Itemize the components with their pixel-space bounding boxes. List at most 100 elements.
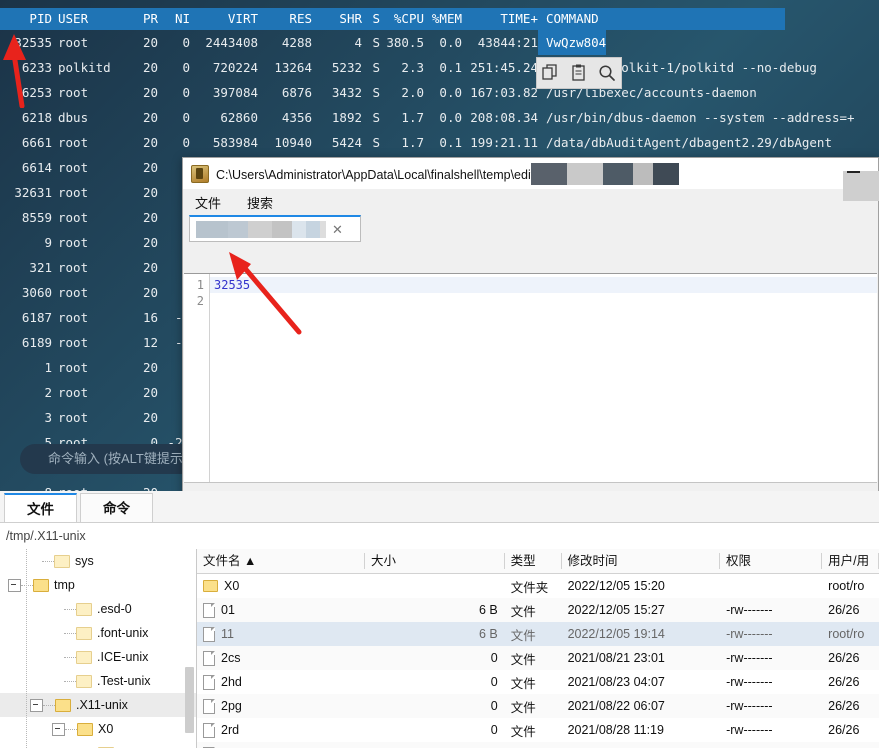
file-icon — [203, 602, 215, 618]
tree-node[interactable]: .font-unix — [0, 621, 196, 645]
process-row[interactable]: 6218 dbus 20 0 62860 4356 1892 S 1.7 0.0 208:08.34… — [0, 105, 879, 130]
editor-tabstrip[interactable]: ✕ — [183, 215, 878, 244]
tree-node-list[interactable]: sys tmp .esd-0 .font-unix .ICE-unix .Test-uni… — [0, 549, 196, 748]
tree-expander[interactable] — [30, 698, 43, 712]
tree-node[interactable]: X0 — [0, 717, 196, 741]
file-name: 01 — [221, 603, 235, 617]
editor-title-text: C:\Users\Administrator\AppData\Local\fin… — [216, 167, 535, 182]
editor-line[interactable] — [210, 293, 877, 309]
close-icon[interactable]: ✕ — [332, 223, 343, 236]
menu-file[interactable]: 文件 — [195, 193, 221, 212]
file-type: 文件 — [510, 676, 536, 691]
directory-tree[interactable]: sys tmp .esd-0 .font-unix .ICE-unix .Test-uni… — [0, 549, 197, 748]
process-row[interactable]: 6253 root 20 0 397084 6876 3432 S 2.0 0.0 167:03.8… — [0, 80, 879, 105]
file-list-rows[interactable]: X0 文件夹 2022/12/05 15:20 root/ro 01 6 B 文件 2022/… — [197, 574, 879, 748]
file-owner: 26/26 — [828, 651, 860, 665]
editor-tab[interactable]: ✕ — [189, 215, 361, 242]
copy-icon[interactable] — [541, 63, 561, 83]
file-permissions: -rw------- — [726, 651, 773, 665]
file-manager-panel[interactable]: 文件 命令 /tmp/.X11-unix sys tmp .esd-0 .font-un… — [0, 491, 879, 748]
file-owner: 26/26 — [828, 699, 860, 713]
tree-node-label: .font-unix — [97, 626, 149, 640]
tree-expander[interactable] — [8, 578, 21, 592]
file-size: 0 — [490, 723, 498, 737]
tree-node[interactable]: tmp — [0, 573, 196, 597]
file-permissions: -rw------- — [726, 699, 773, 713]
file-permissions: -rw------- — [726, 723, 773, 737]
column-header[interactable]: 用户/用 — [822, 553, 879, 569]
folder-icon — [55, 698, 71, 712]
paste-icon[interactable] — [569, 63, 589, 83]
tree-scrollbar-thumb[interactable] — [185, 667, 194, 733]
tree-guide-line — [26, 549, 27, 748]
column-header[interactable]: 大小 — [365, 553, 505, 569]
file-mtime: 2021/08/22 06:07 — [567, 699, 665, 713]
panel-tab-commands[interactable]: 命令 — [80, 493, 153, 522]
file-type: 文件夹 — [510, 580, 549, 595]
file-browser[interactable]: sys tmp .esd-0 .font-unix .ICE-unix .Test-uni… — [0, 549, 879, 748]
editor-line[interactable]: 32535 — [210, 277, 877, 293]
search-icon[interactable] — [597, 63, 617, 83]
tree-node-label: .X11-unix — [76, 698, 128, 712]
file-row[interactable]: 2cs 0 文件 2021/08/21 23:01 -rw------- 26/26 — [197, 646, 879, 670]
current-path[interactable]: /tmp/.X11-unix — [0, 523, 879, 550]
file-type: 文件 — [510, 628, 536, 643]
editor-text-area[interactable]: 32535 — [210, 274, 877, 483]
file-row[interactable]: 2ss0文件2021/08/21 00:22-rw-------26/26 — [197, 742, 879, 748]
editor-titlebar[interactable]: C:\Users\Administrator\AppData\Local\fin… — [183, 158, 879, 201]
minimize-button[interactable] — [847, 171, 860, 173]
process-row[interactable]: 6661 root 20 0 583984 10940 5424 S 1.7 0.1 199:21.… — [0, 130, 879, 155]
editor-menubar[interactable]: 文件 搜索 — [183, 189, 878, 215]
file-row[interactable]: 01 6 B 文件 2022/12/05 15:27 -rw------- 26/26 — [197, 598, 879, 622]
annotation-arrow-editor — [229, 252, 302, 335]
column-header[interactable]: 权限 — [720, 553, 823, 569]
column-header[interactable]: 类型 — [505, 553, 562, 569]
file-row[interactable]: 11 6 B 文件 2022/12/05 19:14 -rw------- root/ro — [197, 622, 879, 646]
folder-icon — [203, 580, 218, 592]
file-row[interactable]: X0 文件夹 2022/12/05 15:20 root/ro — [197, 574, 879, 598]
editor-title-redacted-2 — [843, 171, 879, 201]
file-size: 0 — [490, 699, 498, 713]
tree-expander[interactable] — [52, 722, 65, 736]
file-name: 2hd — [221, 675, 242, 689]
terminal-floating-toolbar[interactable] — [536, 57, 622, 89]
line-number: 1 — [196, 278, 204, 292]
menu-search[interactable]: 搜索 — [247, 193, 273, 212]
tree-node[interactable]: X0 — [0, 741, 196, 748]
process-row[interactable]: 6233 polkitd 20 0 720224 13264 5232 S 2.3 0.1 251:… — [0, 55, 879, 80]
folder-icon — [76, 650, 92, 664]
file-icon — [203, 698, 215, 714]
file-type: 文件 — [510, 724, 536, 739]
file-mtime: 2022/12/05 15:27 — [567, 603, 665, 617]
panel-tab-files[interactable]: 文件 — [4, 493, 77, 522]
file-name: 2cs — [221, 651, 241, 665]
tree-node[interactable]: .X11-unix — [0, 693, 196, 717]
panel-tabs[interactable]: 文件 命令 — [0, 491, 879, 523]
file-type: 文件 — [505, 745, 562, 748]
file-size: 6 B — [478, 603, 498, 617]
java-app-icon — [191, 164, 209, 183]
file-row[interactable]: 2rd 0 文件 2021/08/28 11:19 -rw------- 26/26 — [197, 718, 879, 742]
process-row[interactable]: 32535 root 20 0 2443408 4288 4 S 380.5 0.0 43844:2… — [0, 30, 879, 55]
tree-node[interactable]: .Test-unix — [0, 669, 196, 693]
file-owner: 26/26 — [828, 675, 860, 689]
file-name: 2rd — [221, 723, 240, 737]
file-owner: 26/26 — [828, 723, 860, 737]
file-row[interactable]: 2pg 0 文件 2021/08/22 06:07 -rw------- 26/26 — [197, 694, 879, 718]
file-list-header[interactable]: 文件名 ▲ 大小 类型 修改时间 权限 用户/用 — [197, 549, 879, 574]
tree-node[interactable]: sys — [0, 549, 196, 573]
column-header[interactable]: 文件名 ▲ — [197, 553, 365, 569]
file-icon — [203, 650, 215, 666]
file-mtime: 2021/08/28 11:19 — [567, 723, 664, 737]
folder-icon — [77, 722, 93, 736]
tree-node[interactable]: .ICE-unix — [0, 645, 196, 669]
file-icon — [203, 722, 215, 738]
file-owner: root/ro — [828, 579, 865, 593]
tree-node[interactable]: .esd-0 — [0, 597, 196, 621]
column-header[interactable]: 修改时间 — [562, 553, 721, 569]
file-list[interactable]: 历史 — [197, 549, 879, 748]
file-permissions: -rw------- — [726, 627, 773, 641]
file-icon — [203, 674, 215, 690]
file-row[interactable]: 2hd 0 文件 2021/08/23 04:07 -rw------- 26/26 — [197, 670, 879, 694]
file-mtime: 2021/08/21 23:01 — [567, 651, 665, 665]
